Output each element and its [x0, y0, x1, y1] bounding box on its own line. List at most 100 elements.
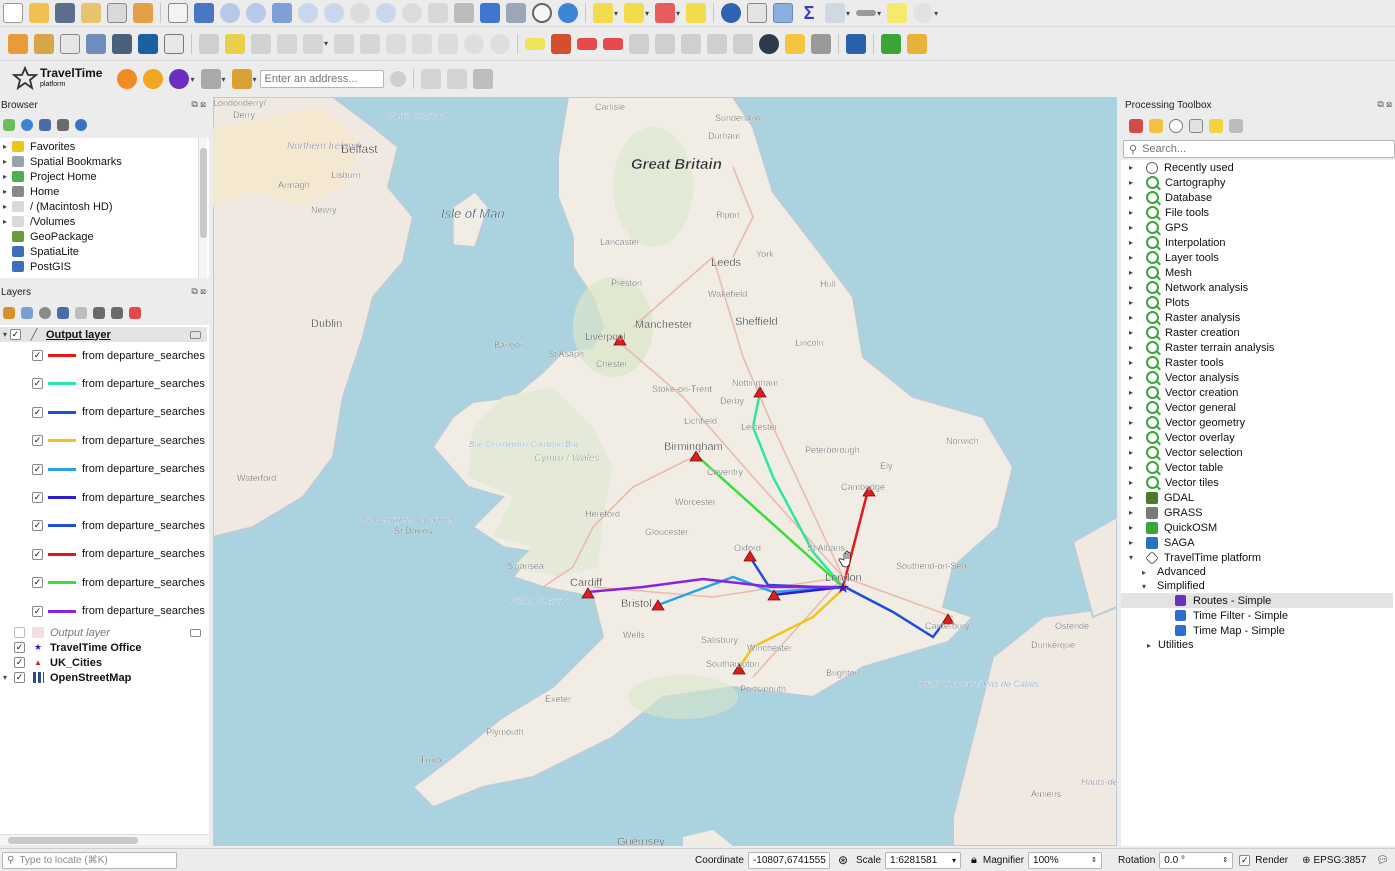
- browser-refresh-icon[interactable]: [21, 119, 33, 131]
- route-visibility-checkbox[interactable]: ✓: [32, 463, 43, 475]
- route-legend-item[interactable]: ✓ from departure_searches: [0, 547, 205, 562]
- lock-scale-icon[interactable]: 🔒︎: [971, 854, 977, 867]
- diagram-icon[interactable]: [577, 37, 598, 50]
- expand-arrow-icon[interactable]: ▸: [1144, 641, 1154, 650]
- expand-arrow-icon[interactable]: ▸: [1126, 358, 1136, 367]
- browser-scrollbar[interactable]: [198, 138, 207, 278]
- attribute-table-icon[interactable]: [747, 3, 768, 23]
- undo-icon[interactable]: [464, 33, 485, 54]
- vertex-tool-icon[interactable]: [303, 33, 323, 54]
- route-visibility-checkbox[interactable]: ✓: [32, 378, 43, 390]
- toolbox-group[interactable]: ▸ Raster tools: [1121, 355, 1393, 370]
- toolbox-group[interactable]: ▸ GPS: [1121, 220, 1393, 235]
- save-edits-icon[interactable]: [251, 33, 271, 54]
- select-location-icon[interactable]: [686, 3, 707, 23]
- browser-filter-icon[interactable]: [39, 119, 51, 131]
- expand-arrow-icon[interactable]: ▸: [1126, 448, 1136, 457]
- toolbox-group[interactable]: ▸ Interpolation: [1121, 235, 1393, 250]
- expand-arrow-icon[interactable]: ▸: [1126, 418, 1136, 427]
- magnifier-field[interactable]: 100% ⇕: [1028, 851, 1103, 869]
- deselect-icon[interactable]: [655, 3, 676, 23]
- in-place-edit-icon[interactable]: [1209, 119, 1223, 133]
- toolbox-group[interactable]: ▸ Network analysis: [1121, 280, 1393, 295]
- route-visibility-checkbox[interactable]: ✓: [32, 492, 43, 503]
- add-selected-icon[interactable]: [3, 119, 15, 131]
- expand-arrow-icon[interactable]: ▸: [1126, 523, 1136, 532]
- expand-arrow-icon[interactable]: ▸: [0, 172, 10, 181]
- move-label-icon[interactable]: [655, 33, 676, 54]
- expand-arrow-icon[interactable]: ▸: [1126, 343, 1136, 352]
- zoom-native-icon[interactable]: [350, 3, 370, 23]
- layer-indicator-icon[interactable]: [190, 330, 201, 339]
- copy-icon[interactable]: [412, 33, 433, 54]
- expand-arrow-icon[interactable]: ▸: [1126, 223, 1136, 232]
- expand-all-icon[interactable]: [93, 307, 105, 319]
- toolbox-group[interactable]: ▸ Raster creation: [1121, 325, 1393, 340]
- route-visibility-checkbox[interactable]: ✓: [32, 520, 43, 532]
- route-legend-item[interactable]: ✓ from departure_searches: [0, 518, 205, 533]
- tt-geo-icon[interactable]: [231, 69, 252, 89]
- toolbox-group-recent[interactable]: ▸ Recently used: [1121, 160, 1393, 175]
- layer-visibility-checkbox[interactable]: ✓: [14, 672, 25, 683]
- statistics-icon[interactable]: Σ: [799, 3, 820, 23]
- quickosm-icon[interactable]: [881, 33, 902, 54]
- coordinate-field[interactable]: -10807,6741555: [747, 851, 830, 869]
- cut-icon[interactable]: [386, 33, 407, 54]
- collapse-layers-icon[interactable]: [111, 307, 123, 319]
- scale-field[interactable]: 1:6281581 ▾: [885, 851, 962, 869]
- route-visibility-checkbox[interactable]: ✓: [32, 605, 43, 617]
- panel-float-close-icon[interactable]: ⧉ ⊠: [1377, 99, 1392, 110]
- pan-icon[interactable]: [168, 3, 188, 23]
- route-visibility-checkbox[interactable]: ✓: [32, 406, 43, 418]
- refresh-icon[interactable]: [558, 3, 578, 23]
- modify-attributes-icon[interactable]: [334, 33, 355, 54]
- identify-icon[interactable]: [721, 3, 742, 23]
- pin-labels-icon[interactable]: [603, 37, 624, 50]
- traveltime-logo[interactable]: TravelTime platform: [10, 66, 102, 92]
- geocode-search-icon[interactable]: [389, 71, 406, 87]
- label-toolbar-icon[interactable]: [525, 37, 546, 50]
- add-raster-icon[interactable]: [112, 33, 132, 54]
- crs-globe-icon[interactable]: ⊕: [1302, 855, 1310, 866]
- processing-toolbox-icon[interactable]: [773, 3, 794, 23]
- remove-layer-icon[interactable]: [129, 307, 141, 319]
- route-legend-item[interactable]: ✓ from departure_searches: [0, 462, 205, 477]
- collapse-all-icon[interactable]: [57, 119, 69, 131]
- open-project-icon[interactable]: [29, 3, 49, 23]
- toolbox-group[interactable]: ▸ Vector selection: [1121, 445, 1393, 460]
- browser-item[interactable]: SpatiaLite: [0, 244, 79, 259]
- save-as-icon[interactable]: [81, 3, 101, 23]
- expand-arrow-icon[interactable]: ▸: [1139, 568, 1149, 577]
- browser-item[interactable]: PostGIS: [0, 259, 71, 274]
- expand-arrow-icon[interactable]: ▸: [0, 217, 10, 226]
- toolbox-group[interactable]: ▸ Vector tiles: [1121, 475, 1393, 490]
- toolbox-provider[interactable]: ▸ QuickOSM: [1121, 520, 1393, 535]
- panel-float-close-icon[interactable]: ⧉ ⊠: [191, 286, 206, 297]
- georeferencer-icon[interactable]: [759, 33, 780, 54]
- layer-style-icon[interactable]: [3, 307, 15, 319]
- toolbox-group[interactable]: ▸ Plots: [1121, 295, 1393, 310]
- route-visibility-checkbox[interactable]: ✓: [32, 577, 43, 589]
- chevron-down-icon[interactable]: ▾: [1139, 582, 1149, 591]
- toolbox-group[interactable]: ▸ Database: [1121, 190, 1393, 205]
- paste-icon[interactable]: [438, 33, 459, 54]
- crs-label[interactable]: EPSG:3857: [1313, 855, 1366, 866]
- layer-traveltime-office[interactable]: ✓ ★ TravelTime Office: [0, 640, 142, 655]
- messages-icon[interactable]: 💬︎: [1376, 855, 1389, 866]
- data-source-manager-icon[interactable]: [8, 33, 28, 54]
- tt-grid-icon[interactable]: [420, 69, 441, 89]
- extents-toggle-icon[interactable]: ⊛: [838, 853, 848, 867]
- add-group-icon[interactable]: [21, 307, 33, 319]
- toolbox-group[interactable]: ▸ File tools: [1121, 205, 1393, 220]
- route-legend-item[interactable]: ✓ from departure_searches: [0, 348, 205, 363]
- layer-visibility-checkbox[interactable]: ✓: [14, 642, 25, 653]
- expand-arrow-icon[interactable]: ▸: [1126, 298, 1136, 307]
- change-label-icon[interactable]: [707, 33, 728, 54]
- zoom-out-icon[interactable]: [246, 3, 266, 23]
- toolbox-tool[interactable]: Time Filter - Simple: [1121, 608, 1393, 623]
- toolbox-group[interactable]: ▸ Raster analysis: [1121, 310, 1393, 325]
- rotate-label-icon[interactable]: [681, 33, 702, 54]
- measure-icon[interactable]: [856, 10, 877, 16]
- rotation-field[interactable]: 0.0 ° ⇕: [1159, 851, 1234, 869]
- route-legend-item[interactable]: ✓ from departure_searches: [0, 490, 205, 505]
